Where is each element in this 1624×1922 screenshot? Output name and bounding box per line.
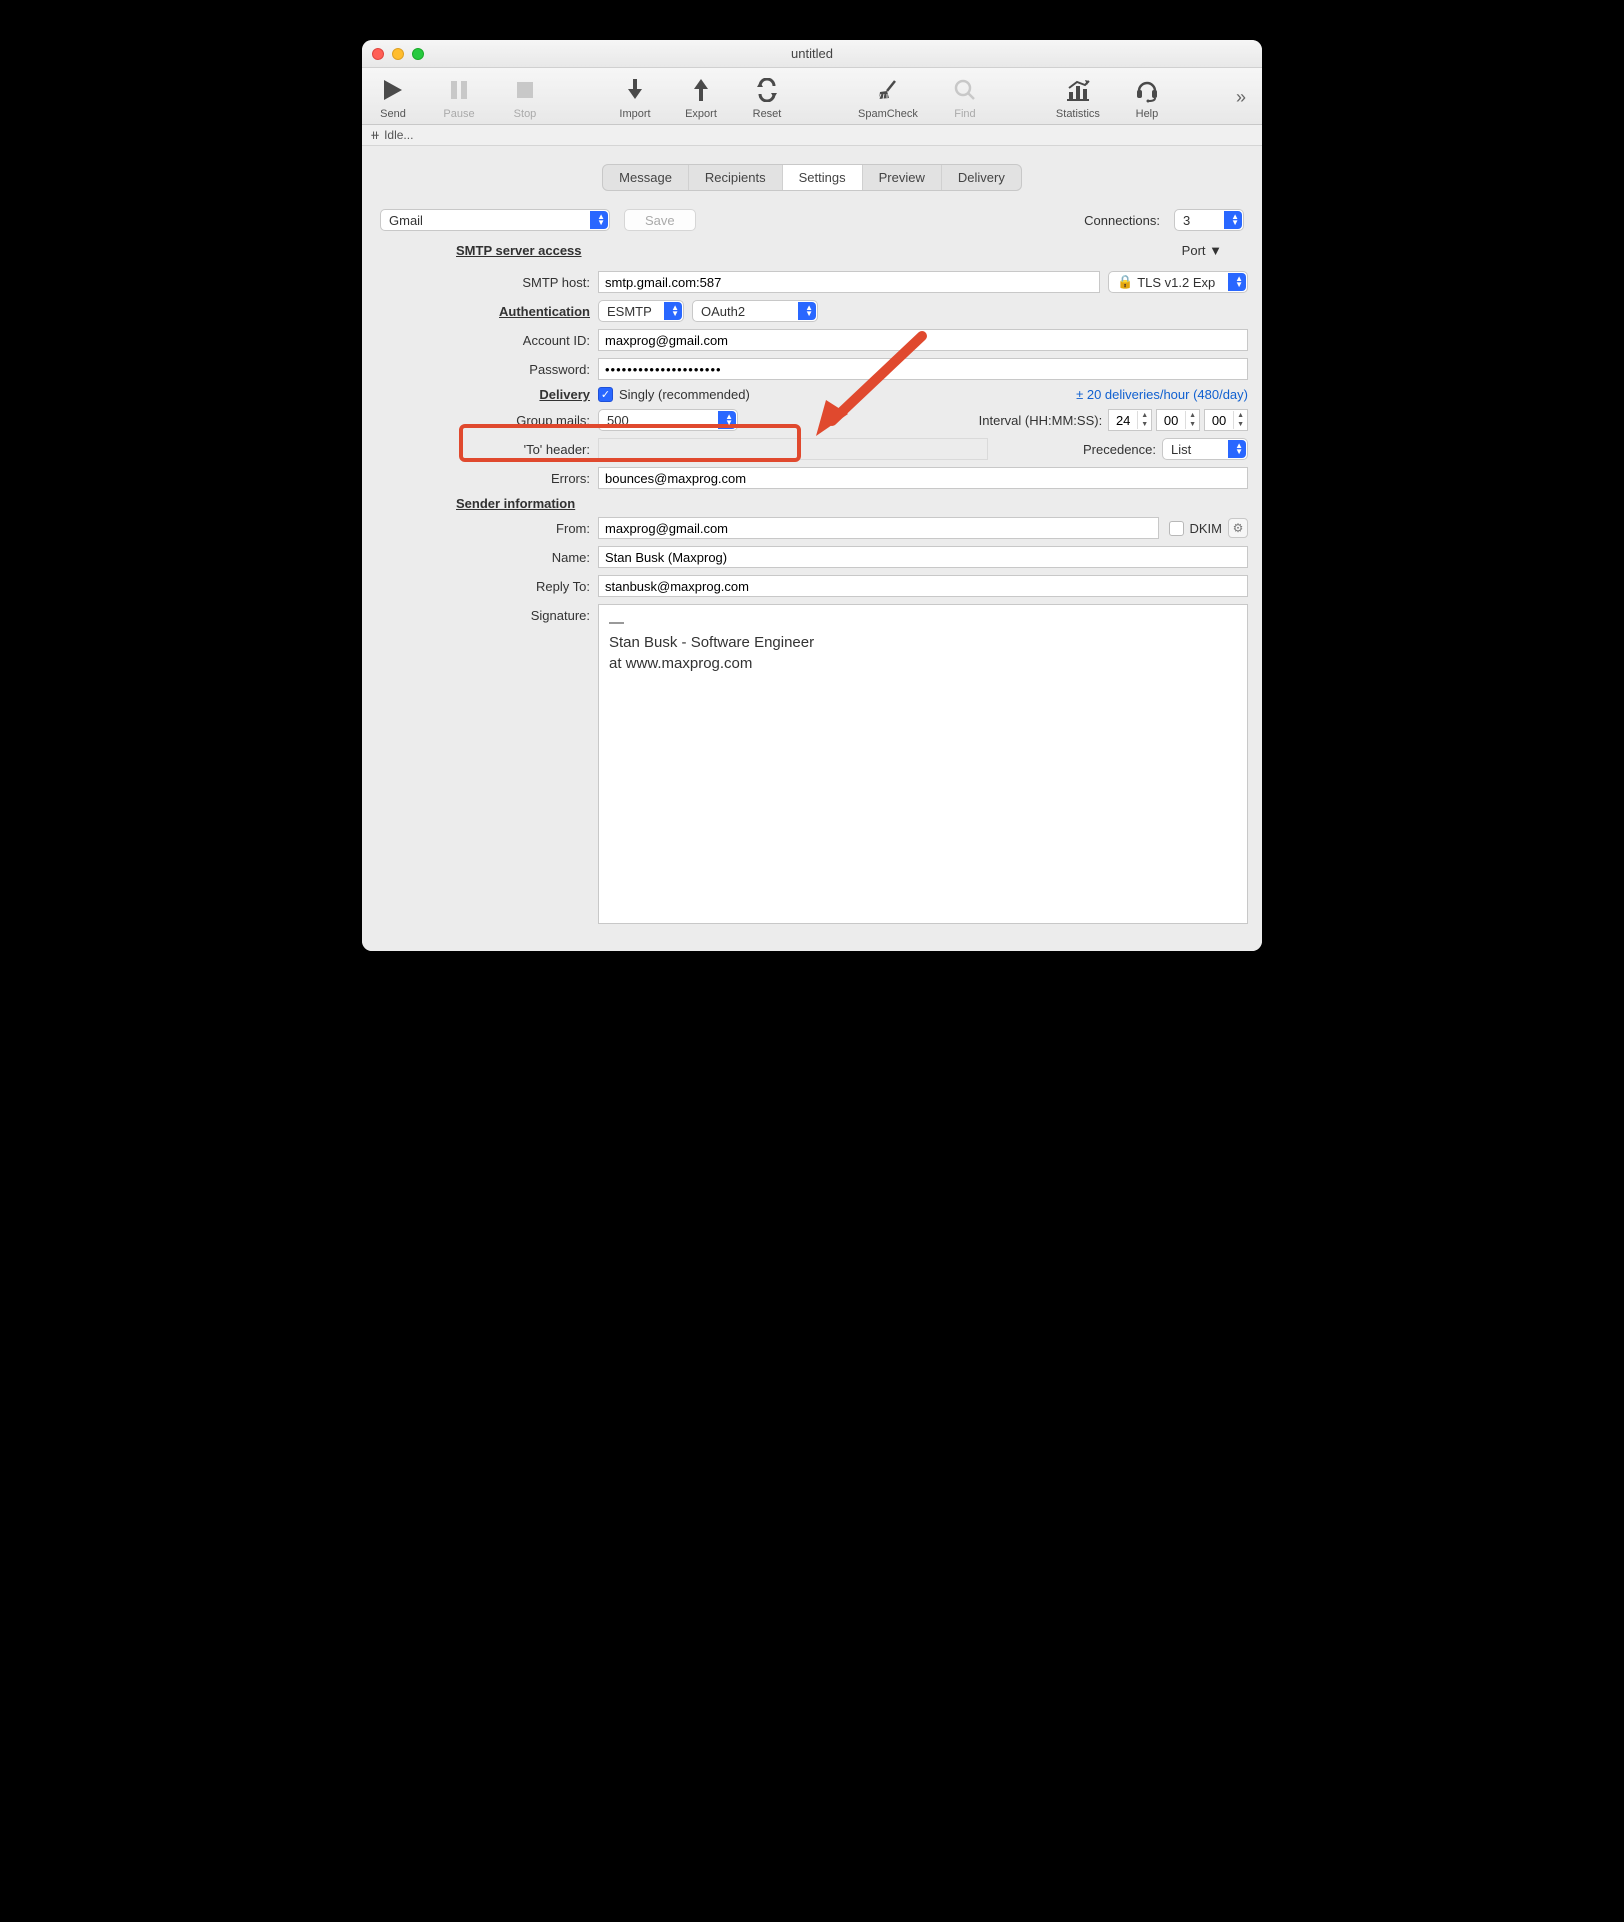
account-id-input[interactable]	[598, 329, 1248, 351]
dkim-label: DKIM	[1190, 521, 1223, 536]
account-id-label: Account ID:	[376, 333, 598, 348]
oauth-select[interactable]: OAuth2 ▲▼	[692, 300, 818, 322]
precedence-label: Precedence:	[1083, 442, 1156, 457]
singly-checkbox[interactable]: ✓	[598, 387, 613, 402]
content-area: Message Recipients Settings Preview Deli…	[362, 146, 1262, 951]
reset-icon	[755, 74, 779, 106]
smtp-host-label: SMTP host:	[376, 275, 598, 290]
send-button[interactable]: Send	[374, 74, 412, 120]
signature-textarea[interactable]: — Stan Busk - Software Engineer at www.m…	[598, 604, 1248, 924]
singly-label: Singly (recommended)	[619, 387, 750, 402]
window-controls	[372, 48, 424, 60]
help-button[interactable]: Help	[1128, 74, 1166, 120]
minimize-icon[interactable]	[392, 48, 404, 60]
status-text: Idle...	[384, 128, 413, 142]
interval-ss[interactable]: ▲▼	[1204, 409, 1248, 431]
spamcheck-button[interactable]: SpamCheck	[858, 74, 918, 120]
lock-icon: 🔒	[1117, 274, 1133, 290]
smtp-host-input[interactable]	[598, 271, 1100, 293]
connections-label: Connections:	[1084, 213, 1160, 228]
zoom-icon[interactable]	[412, 48, 424, 60]
name-input[interactable]	[598, 546, 1248, 568]
name-label: Name:	[376, 550, 598, 565]
password-input[interactable]	[598, 358, 1248, 380]
play-icon	[382, 74, 404, 106]
to-header-label: 'To' header:	[376, 442, 598, 457]
smtp-section-head: SMTP server access	[456, 243, 582, 258]
auth-section-head: Authentication	[376, 304, 598, 319]
group-mails-select[interactable]: 500 ▲▼	[598, 409, 738, 431]
stop-icon	[515, 74, 535, 106]
tls-select[interactable]: 🔒 TLS v1.2 Exp ▲▼	[1108, 271, 1248, 293]
group-mails-label: Group mails:	[376, 413, 598, 428]
export-button[interactable]: Export	[682, 74, 720, 120]
status-bar: ⧺ Idle...	[362, 125, 1262, 146]
window-title: untitled	[791, 46, 833, 61]
tab-delivery[interactable]: Delivery	[942, 165, 1021, 190]
close-icon[interactable]	[372, 48, 384, 60]
broom-icon	[875, 74, 901, 106]
pause-icon	[449, 74, 469, 106]
dkim-checkbox[interactable]: ✓	[1169, 521, 1184, 536]
search-icon	[953, 74, 977, 106]
from-input[interactable]	[598, 517, 1159, 539]
import-button[interactable]: Import	[616, 74, 654, 120]
import-icon	[624, 74, 646, 106]
connections-select[interactable]: 3 ▲▼	[1174, 209, 1244, 231]
stop-button[interactable]: Stop	[506, 74, 544, 120]
headset-icon	[1134, 74, 1160, 106]
to-header-input[interactable]	[598, 438, 988, 460]
account-select[interactable]: Gmail ▲▼	[380, 209, 610, 231]
errors-label: Errors:	[376, 471, 598, 486]
port-label[interactable]: Port ▼	[1182, 243, 1248, 258]
delivery-section-head: Delivery	[376, 387, 598, 402]
main-tabs: Message Recipients Settings Preview Deli…	[376, 164, 1248, 191]
find-button[interactable]: Find	[946, 74, 984, 120]
signature-label: Signature:	[376, 604, 598, 623]
dkim-settings-icon[interactable]: ⚙	[1228, 518, 1248, 538]
reply-to-input[interactable]	[598, 575, 1248, 597]
precedence-select[interactable]: List ▲▼	[1162, 438, 1248, 460]
export-icon	[690, 74, 712, 106]
save-button[interactable]: Save	[624, 209, 696, 231]
app-window: untitled Send Pause Stop Import Export R…	[362, 40, 1262, 951]
tab-preview[interactable]: Preview	[863, 165, 942, 190]
errors-input[interactable]	[598, 467, 1248, 489]
tab-settings[interactable]: Settings	[783, 165, 863, 190]
deliveries-rate-link[interactable]: ± 20 deliveries/hour (480/day)	[1076, 387, 1248, 402]
reset-button[interactable]: Reset	[748, 74, 786, 120]
interval-label: Interval (HH:MM:SS):	[979, 413, 1103, 428]
tab-recipients[interactable]: Recipients	[689, 165, 783, 190]
esmtp-select[interactable]: ESMTP ▲▼	[598, 300, 684, 322]
toolbar-overflow-icon[interactable]: »	[1236, 87, 1250, 108]
interval-mm[interactable]: ▲▼	[1156, 409, 1200, 431]
statistics-button[interactable]: Statistics	[1056, 74, 1100, 120]
interval-hh[interactable]: ▲▼	[1108, 409, 1152, 431]
status-grip-icon: ⧺	[370, 128, 380, 142]
titlebar: untitled	[362, 40, 1262, 68]
sender-section-head: Sender information	[456, 496, 1248, 511]
toolbar: Send Pause Stop Import Export Reset Spam…	[362, 68, 1262, 125]
chart-icon	[1065, 74, 1091, 106]
pause-button[interactable]: Pause	[440, 74, 478, 120]
reply-to-label: Reply To:	[376, 579, 598, 594]
password-label: Password:	[376, 362, 598, 377]
tab-message[interactable]: Message	[603, 165, 689, 190]
from-label: From:	[376, 521, 598, 536]
